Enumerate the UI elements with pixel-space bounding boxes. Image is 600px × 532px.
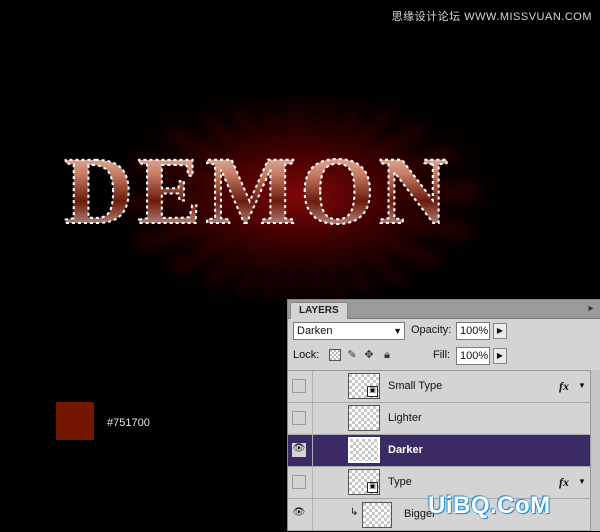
opacity-label: Opacity:: [411, 324, 452, 336]
expand-effects-icon[interactable]: ▼: [578, 477, 586, 486]
opacity-slider-arrow-icon[interactable]: ▶: [493, 323, 507, 339]
layer-row-small-type[interactable]: ▣ Small Type fx ▼: [288, 371, 591, 403]
panel-menu-icon[interactable]: ▸: [585, 303, 597, 315]
link-column: [312, 467, 313, 498]
lock-row: Lock: ✎ ✥ 🔒︎ Fill: 100% ▶: [293, 347, 598, 365]
fill-label: Fill:: [433, 349, 451, 361]
layer-name: Darker: [388, 444, 423, 456]
smart-object-icon: ▣: [367, 482, 378, 493]
demon-title-text: DEMON: [64, 137, 452, 244]
layer-row-darker[interactable]: 👁︎ Darker: [288, 435, 591, 467]
fx-icon[interactable]: fx: [559, 379, 569, 394]
link-column: [312, 435, 313, 466]
lock-label: Lock:: [293, 349, 320, 361]
clipping-arrow-icon: ↳: [350, 507, 359, 518]
lock-brush-icon[interactable]: ✎: [346, 349, 358, 361]
layer-thumbnail: [348, 437, 380, 463]
link-column: [312, 371, 313, 402]
lock-all-icon[interactable]: 🔒︎: [381, 349, 393, 361]
color-swatch: [56, 402, 94, 440]
layer-row-lighter[interactable]: Lighter: [288, 403, 591, 435]
layer-name: Lighter: [388, 412, 422, 424]
link-column: [312, 403, 313, 434]
layers-tabbar: LAYERS ▸: [288, 300, 600, 319]
layer-thumbnail: [348, 405, 380, 431]
layer-thumbnail: [362, 502, 392, 528]
opacity-input[interactable]: 100%: [456, 322, 490, 340]
expand-effects-icon[interactable]: ▼: [578, 381, 586, 390]
demon-title-artwork: DEMON: [64, 136, 452, 245]
eye-icon[interactable]: 👁︎: [292, 507, 306, 521]
layer-thumbnail: ▣: [348, 469, 380, 495]
site-watermark-bottom: UiBQ.CoM: [428, 492, 551, 519]
chevron-down-icon: ▼: [393, 326, 402, 336]
visibility-toggle[interactable]: [292, 411, 306, 425]
lock-transparency-icon[interactable]: [329, 349, 341, 361]
smart-object-icon: ▣: [367, 386, 378, 397]
blend-mode-value: Darken: [297, 325, 333, 337]
fill-slider-arrow-icon[interactable]: ▶: [493, 348, 507, 364]
link-column: [312, 499, 313, 530]
blend-mode-select[interactable]: Darken ▼: [293, 322, 405, 340]
layers-scrollbar[interactable]: [590, 370, 600, 531]
lock-move-icon[interactable]: ✥: [363, 349, 375, 361]
eye-icon[interactable]: 👁︎: [292, 443, 306, 457]
fx-icon[interactable]: fx: [559, 475, 569, 490]
visibility-toggle[interactable]: [292, 475, 306, 489]
layer-name: Type: [388, 476, 412, 488]
fill-input[interactable]: 100%: [456, 347, 490, 365]
visibility-toggle[interactable]: [292, 379, 306, 393]
layer-name: Small Type: [388, 380, 443, 392]
tab-layers[interactable]: LAYERS: [290, 302, 348, 319]
site-watermark-top: 思缘设计论坛 WWW.MISSVUAN.COM: [391, 11, 592, 23]
color-swatch-label: #751700: [107, 417, 150, 429]
layer-thumbnail: ▣: [348, 373, 380, 399]
blend-row: Darken ▼ Opacity: 100% ▶: [293, 322, 598, 340]
